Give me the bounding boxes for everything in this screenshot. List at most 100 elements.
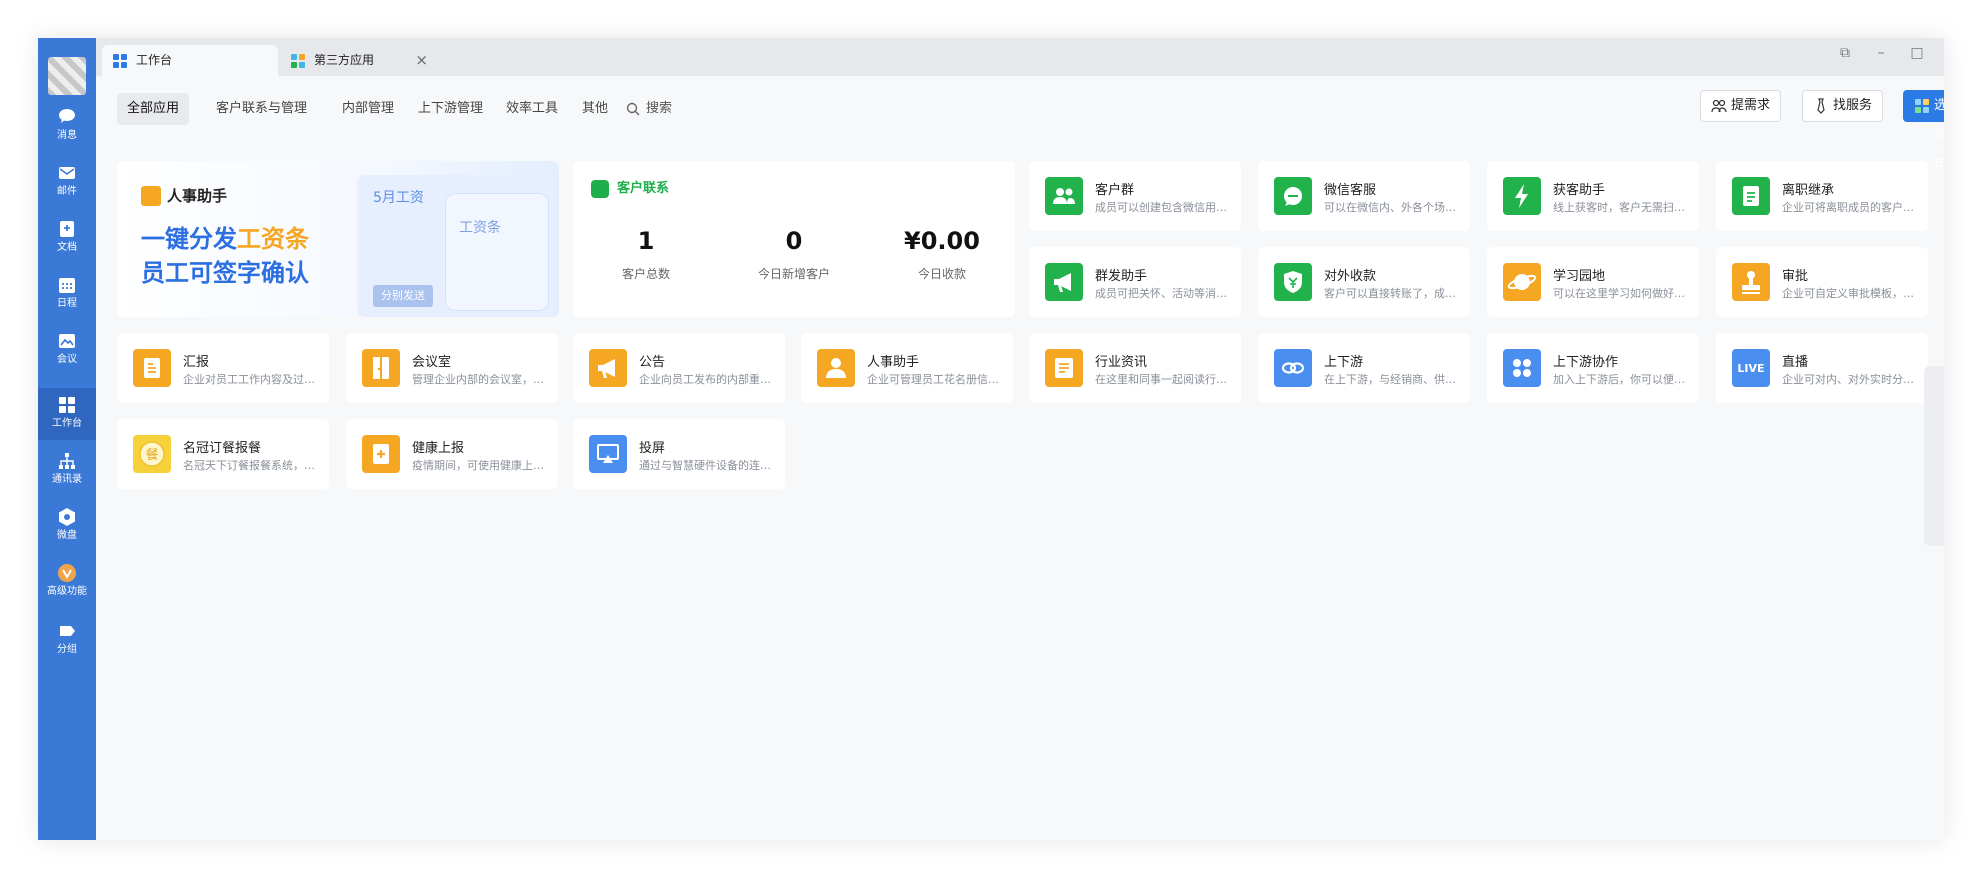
hr-assistant-banner[interactable]: 5月工资 工资条 分别发送 人事助手 一键分发工资条 员工可签字确认 <box>117 161 559 317</box>
svg-text:餐: 餐 <box>145 447 158 463</box>
news-icon <box>1045 349 1083 387</box>
planet-icon <box>1503 263 1541 301</box>
payment-shield-icon <box>1274 263 1312 301</box>
person-icon <box>817 349 855 387</box>
banner-card2-title: 工资条 <box>459 220 501 236</box>
find-service-button[interactable]: 找服务 <box>1802 90 1884 122</box>
mail-icon <box>59 167 75 179</box>
stat-today-payments[interactable]: ¥0.00 今日收款 <box>869 227 1015 282</box>
banner-illustration-card <box>445 193 549 311</box>
banner-title: 人事助手 <box>167 187 228 205</box>
wechat-service-icon <box>1274 177 1312 215</box>
request-button[interactable]: 提需求 <box>1700 90 1782 122</box>
app-card-acquisition-assistant[interactable]: 获客助手 线上获客时，客户无需扫码即可添加 <box>1487 161 1699 231</box>
crm-title: 客户联系 <box>591 177 669 198</box>
filter-efficiency-tools[interactable]: 效率工具 <box>496 93 568 125</box>
sidebar-item-drive[interactable]: 微盘 <box>38 500 96 552</box>
app-card-hr-assistant[interactable]: 人事助手 企业可管理员工花名册信息及资料 <box>801 333 1013 403</box>
advanced-icon <box>58 564 76 582</box>
screen-cast-icon <box>589 435 627 473</box>
sidebar-item-group[interactable]: 分组 <box>38 614 96 666</box>
app-card-announcement[interactable]: 公告 企业向员工发布的内部重要消息通知 <box>573 333 785 403</box>
document-icon <box>60 221 74 237</box>
calendar-icon <box>59 278 75 293</box>
sidebar-item-mail[interactable]: 邮件 <box>38 156 96 208</box>
sidebar-item-messages[interactable]: 消息 <box>38 100 96 152</box>
lightning-icon <box>1503 177 1541 215</box>
meeting-icon <box>59 334 75 348</box>
workbench-icon <box>59 397 75 413</box>
stat-total-customers[interactable]: 1 客户总数 <box>573 227 719 282</box>
workbench-content: 全部应用 客户联系与管理 内部管理 上下游管理 效率工具 其他 搜索 提需求 找… <box>96 76 1944 840</box>
maximize-icon[interactable]: □ <box>1904 42 1930 64</box>
sidebar-item-workbench[interactable]: 工作台 <box>38 388 96 440</box>
tab-bar: 工作台 第三方应用 × ⧉ – □ <box>96 38 1944 76</box>
live-icon: LIVE <box>1732 349 1770 387</box>
app-card-report[interactable]: 汇报 企业对员工工作内容及过程进行管理 <box>117 333 329 403</box>
banner-headline-1: 一键分发工资条 <box>141 225 309 253</box>
sidebar-item-meeting[interactable]: 会议 <box>38 324 96 376</box>
meal-icon: 餐 <box>133 435 171 473</box>
tab-close-icon[interactable]: × <box>415 45 428 76</box>
app-card-health-report[interactable]: 健康上报 疫情期间，可使用健康上报收集信息 <box>346 419 558 489</box>
sidebar-item-docs[interactable]: 文档 <box>38 212 96 264</box>
app-card-learning-garden[interactable]: 学习园地 可以在这里学习如何做好客户联系 <box>1487 247 1699 317</box>
app-window: 消息 邮件 文档 日程 会议 工作台 通讯录 微盘 高级功能 分组 工作台 第三… <box>38 38 1944 840</box>
search-icon <box>626 102 640 115</box>
group-icon <box>60 626 75 636</box>
app-card-approval[interactable]: 审批 企业可自定义审批模板，处理日常审批 <box>1716 247 1928 317</box>
search-button[interactable]: 搜索 <box>626 93 672 125</box>
sidebar-item-contacts[interactable]: 通讯录 <box>38 444 96 496</box>
hr-assistant-icon <box>141 186 161 206</box>
app-card-upstream-downstream[interactable]: 上下游 在上下游，与经销商、供应商一起协作 <box>1258 333 1470 403</box>
app-card-customer-group[interactable]: 客户群 成员可以创建包含微信用户的客户群 <box>1029 161 1241 231</box>
banner-send-button-illustration: 分别发送 <box>373 285 433 307</box>
stamp-icon <box>1732 263 1770 301</box>
chain-link-icon <box>1274 349 1312 387</box>
filter-internal-management[interactable]: 内部管理 <box>332 93 404 125</box>
tab-workbench[interactable]: 工作台 <box>102 45 278 76</box>
megaphone-icon <box>1045 263 1083 301</box>
customer-contact-card[interactable]: 客户联系 1 客户总数 0 今日新增客户 ¥0.00 今日收款 <box>573 161 1015 317</box>
health-report-icon <box>362 435 400 473</box>
sidebar-item-advanced[interactable]: 高级功能 <box>38 556 96 608</box>
filter-supply-chain[interactable]: 上下游管理 <box>408 93 493 125</box>
select-apps-button[interactable]: 选应用 <box>1903 90 1944 173</box>
apps-icon <box>1915 99 1929 113</box>
app-card-meeting-room[interactable]: 会议室 管理企业内部的会议室，便捷预定 <box>346 333 558 403</box>
filter-all-apps[interactable]: 全部应用 <box>117 93 190 125</box>
sidebar-item-calendar[interactable]: 日程 <box>38 268 96 320</box>
app-card-meal-ordering[interactable]: 餐 名冠订餐报餐 名冠天下订餐报餐系统，便捷管理 <box>117 419 329 489</box>
door-icon <box>362 349 400 387</box>
app-card-external-payment[interactable]: 对外收款 客户可以直接转账了，成员可以收款 <box>1258 247 1470 317</box>
app-card-industry-news[interactable]: 行业资讯 在这里和同事一起阅读行业资讯 <box>1029 333 1241 403</box>
minimize-icon[interactable]: – <box>1868 42 1894 64</box>
people-icon <box>1711 99 1727 113</box>
filter-other[interactable]: 其他 <box>572 93 618 125</box>
app-card-wechat-service[interactable]: 微信客服 可以在微信内、外各个场景中接入 <box>1258 161 1470 231</box>
drive-icon <box>59 508 75 526</box>
customer-contact-icon <box>591 179 609 198</box>
app-card-live[interactable]: LIVE 直播 企业可对内、对外实时分享直播内容 <box>1716 333 1928 403</box>
floating-side-widget[interactable] <box>1924 366 1944 546</box>
announcement-icon <box>589 349 627 387</box>
grid-apps-icon <box>1503 349 1541 387</box>
app-card-resignation-handover[interactable]: 离职继承 企业可将离职成员的客户分配给其他成员 <box>1716 161 1928 231</box>
tie-icon <box>1817 98 1825 114</box>
stat-new-customers[interactable]: 0 今日新增客户 <box>721 227 867 282</box>
banner-headline-2: 员工可签字确认 <box>141 259 309 287</box>
tab-third-party-apps[interactable]: 第三方应用 × <box>280 45 436 76</box>
avatar[interactable] <box>48 57 86 95</box>
app-card-upstream-collaboration[interactable]: 上下游协作 加入上下游后，你可以便捷协作 <box>1487 333 1699 403</box>
app-card-screen-cast[interactable]: 投屏 通过与智慧硬件设备的连接进行投屏 <box>573 419 785 489</box>
filter-customer-contact[interactable]: 客户联系与管理 <box>206 93 317 125</box>
app-card-broadcast-assistant[interactable]: 群发助手 成员可把关怀、活动等消息发送给客户 <box>1029 247 1241 317</box>
customer-group-icon <box>1045 177 1083 215</box>
popout-icon[interactable]: ⧉ <box>1832 42 1858 64</box>
left-sidebar: 消息 邮件 文档 日程 会议 工作台 通讯录 微盘 高级功能 分组 <box>38 38 96 840</box>
workbench-tab-icon <box>113 54 127 68</box>
chat-bubble-icon <box>59 109 75 123</box>
contacts-icon <box>59 453 75 469</box>
apps-tab-icon <box>291 54 305 68</box>
banner-card-title: 5月工资 <box>373 190 424 206</box>
